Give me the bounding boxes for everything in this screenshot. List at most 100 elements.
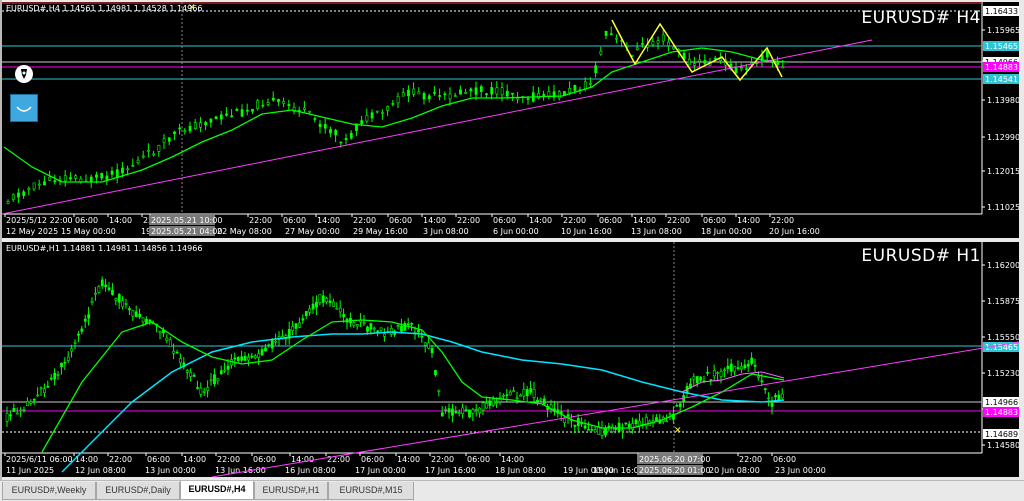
candle-body <box>502 394 505 397</box>
tab-weekly[interactable]: EURUSD#,Weekly <box>2 482 96 500</box>
candle-body <box>199 122 202 128</box>
price-tag: 1.14541 <box>985 75 1018 84</box>
candle-body <box>267 343 271 346</box>
time-label: 14:00 <box>529 216 552 225</box>
candle-body <box>157 144 161 152</box>
tab-h4[interactable]: EURUSD#,H4 <box>180 481 254 500</box>
candle-body <box>547 91 551 97</box>
smile-tool-icon[interactable] <box>10 94 38 122</box>
candle-body <box>740 366 743 370</box>
candle-body <box>375 110 379 113</box>
pen-tool-icon[interactable] <box>14 64 34 84</box>
chart-title: EURUSD# H1 <box>861 246 981 266</box>
candle-body <box>223 369 227 372</box>
candle-body <box>141 155 145 158</box>
candle-body <box>213 374 216 385</box>
time-label: 22:00 <box>353 216 376 225</box>
chart-pane-h1[interactable]: 1.162001.158751.155501.152301.149051.145… <box>2 242 1019 477</box>
candle-body <box>325 298 329 303</box>
candle-body <box>427 342 431 349</box>
candle-body <box>189 372 193 377</box>
candle-body <box>192 374 196 377</box>
price-label: 1.12990 <box>987 133 1019 142</box>
time-label: 22:00 <box>667 216 690 225</box>
candle-body <box>253 355 257 359</box>
tab-m15[interactable]: EURUSD#,M15 <box>328 482 414 500</box>
candle-body <box>366 326 369 332</box>
candle-body <box>121 167 124 174</box>
candle-body <box>264 347 267 352</box>
candle-body <box>315 301 318 308</box>
candle-body <box>134 311 138 317</box>
time-label: 13 Jun 08:00 <box>631 227 682 236</box>
candle-body <box>257 353 261 358</box>
time-label: 06:00 <box>361 455 384 464</box>
chart-title: EURUSD# H4 <box>861 8 981 28</box>
time-label: 3 Jun 08:00 <box>423 227 469 236</box>
candle-body <box>417 329 420 333</box>
candle-body <box>745 68 748 70</box>
candle-body <box>193 122 197 129</box>
time-label: 06:00 <box>773 455 796 464</box>
candle-body <box>716 372 720 374</box>
candle-body <box>90 300 94 303</box>
price-label: 1.13980 <box>987 96 1019 105</box>
candle-body <box>83 318 87 322</box>
terminal-window: 1.15965 1.14883 1.13980 1.12990 1.12015 1.110… <box>0 0 1024 501</box>
candle-body <box>355 324 359 327</box>
moving-average-line <box>3 47 788 183</box>
candle-body <box>27 187 31 190</box>
candle-body <box>753 364 757 367</box>
time-label: 14:00 <box>397 455 420 464</box>
candle-body <box>406 323 410 326</box>
candle-body <box>66 356 70 361</box>
time-label: 18 Jun 00:00 <box>701 227 752 236</box>
time-label: 20 Jun 16:00 <box>769 227 820 236</box>
candle-body <box>780 393 784 399</box>
candle-body <box>209 118 213 123</box>
time-label: 22:00 <box>249 216 272 225</box>
chart-pane-h4[interactable]: 1.15965 1.14883 1.13980 1.12990 1.12015 1.110… <box>2 2 1019 238</box>
candle-body <box>167 137 171 142</box>
candle-body <box>294 323 298 329</box>
candle-body <box>245 109 249 112</box>
candle-body <box>471 409 475 414</box>
time-label: 11 Jun 2025 <box>6 466 54 475</box>
candle-body <box>539 398 543 401</box>
time-label: 06:00 <box>75 216 98 225</box>
candle-body <box>15 412 19 415</box>
candle-body <box>594 65 598 73</box>
price-label: 1.15965 <box>987 26 1019 35</box>
candle-body <box>607 425 611 428</box>
candle-body <box>692 376 696 380</box>
candle-body <box>695 376 699 383</box>
candle-body <box>183 130 187 133</box>
candle-body <box>328 300 332 303</box>
candle-body <box>100 279 104 287</box>
price-tag: 1.14689 <box>985 430 1018 439</box>
candle-body <box>32 182 36 190</box>
candle-body <box>303 107 306 110</box>
candle-body <box>379 327 383 331</box>
chart-canvas-h4[interactable]: 1.15965 1.14883 1.13980 1.12990 1.12015 1.110… <box>2 2 1019 238</box>
candle-body <box>110 170 114 175</box>
candle-body <box>74 175 78 179</box>
candle-body <box>141 317 145 323</box>
tab-h1[interactable]: EURUSD#,H1 <box>254 482 328 500</box>
chart-canvas-h1[interactable]: 1.162001.158751.155501.152301.149051.145… <box>2 242 1019 477</box>
tab-daily[interactable]: EURUSD#,Daily <box>96 482 180 500</box>
candle-body <box>583 81 587 90</box>
candle-body <box>178 127 182 130</box>
candle-body <box>308 308 312 313</box>
candle-body <box>515 397 519 400</box>
candle-body <box>500 87 504 96</box>
candle-body <box>17 192 20 198</box>
candle-body <box>304 311 308 316</box>
time-label: 27 May 00:00 <box>285 227 340 236</box>
candle-body <box>511 92 514 95</box>
candle-body <box>226 365 230 370</box>
candle-body <box>89 176 93 183</box>
candle-body <box>542 398 546 405</box>
candle-body <box>437 389 441 392</box>
candle-body <box>464 409 468 412</box>
